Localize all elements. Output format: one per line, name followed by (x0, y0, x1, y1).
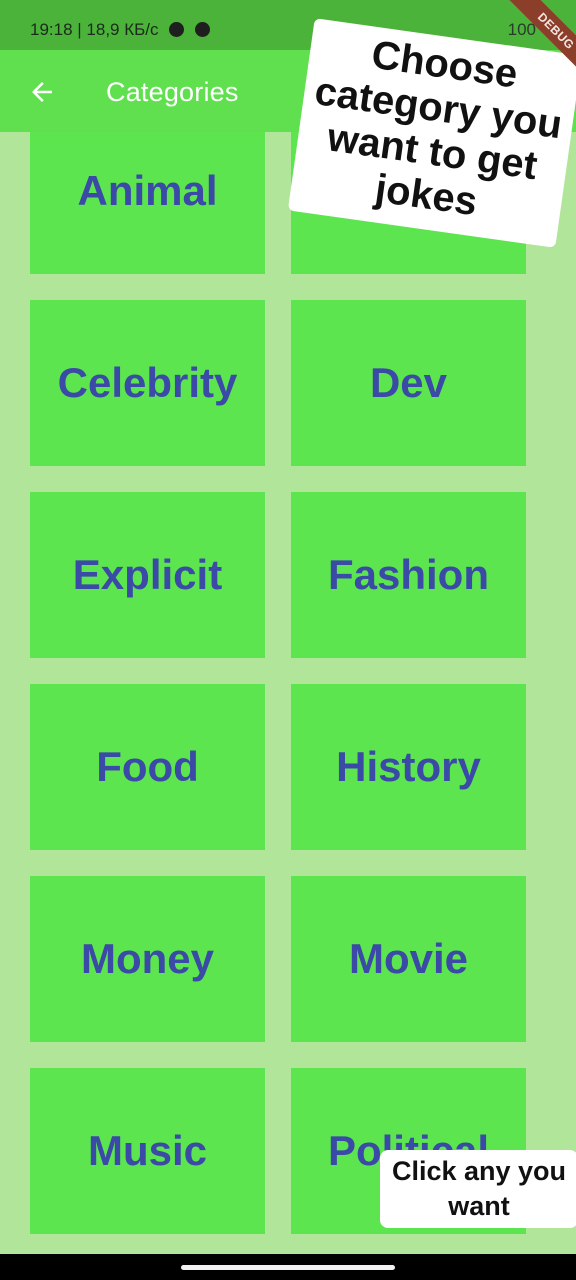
category-label: Dev (369, 359, 448, 406)
category-tile-movie[interactable]: Movie (291, 876, 526, 1042)
category-label: Celebrity (57, 359, 238, 406)
category-grid-viewport[interactable]: AnimalCareerCelebrityDevExplicitFashionF… (0, 132, 576, 1254)
arrow-left-icon (32, 82, 52, 102)
category-label: Music (87, 1127, 208, 1174)
status-time-speed: 19:18 | 18,9 КБ/с (30, 20, 159, 39)
category-label: Movie (348, 935, 469, 982)
category-label: Food (96, 743, 199, 790)
app-notification-icon (194, 22, 210, 37)
category-label: Money (80, 935, 214, 982)
category-label: Explicit (72, 551, 223, 598)
category-tile-explicit[interactable]: Explicit (30, 492, 265, 658)
category-label: Fashion (327, 551, 489, 598)
system-navigation-bar (0, 1254, 576, 1280)
tooltip-click-any: Click any you want (380, 1150, 576, 1228)
home-gesture-handle[interactable] (181, 1265, 395, 1270)
category-tile-fashion[interactable]: Fashion (291, 492, 526, 658)
app-notification-icon (169, 22, 185, 37)
category-tile-animal[interactable]: Animal (30, 132, 265, 274)
category-tile-food[interactable]: Food (30, 684, 265, 850)
tooltip-choose-category: Choose category you want to get jokes (287, 18, 576, 248)
page-title: Categories (106, 77, 239, 107)
category-label: Animal (77, 167, 218, 214)
category-tile-history[interactable]: History (291, 684, 526, 850)
category-grid: AnimalCareerCelebrityDevExplicitFashionF… (30, 132, 526, 1234)
category-tile-money[interactable]: Money (30, 876, 265, 1042)
category-label: History (336, 743, 481, 790)
category-tile-dev[interactable]: Dev (291, 300, 526, 466)
back-button[interactable] (22, 72, 62, 112)
category-tile-celebrity[interactable]: Celebrity (30, 300, 265, 466)
category-tile-music[interactable]: Music (30, 1068, 265, 1234)
